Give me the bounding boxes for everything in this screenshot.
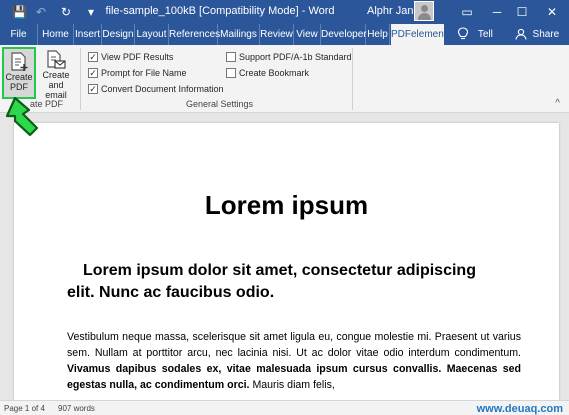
ribbon-tabs: File Home Insert Design Layout Reference… xyxy=(0,24,569,61)
close-icon[interactable]: ✕ xyxy=(540,2,564,22)
page-count[interactable]: Page 1 of 4 xyxy=(4,404,45,413)
group-divider xyxy=(352,48,353,110)
create-email-label-2: and email xyxy=(45,80,67,100)
heading-1: Lorem ipsum xyxy=(204,190,369,220)
word-count[interactable]: 907 words xyxy=(58,404,95,413)
person-icon xyxy=(515,29,527,40)
tab-developer[interactable]: Developer xyxy=(321,24,367,45)
user-name[interactable]: Alphr Jan xyxy=(367,5,413,17)
create-and-email-button[interactable]: Create and email xyxy=(38,47,74,100)
checkbox-checked-icon: ✓ xyxy=(88,52,98,62)
create-pdf-label-2: PDF xyxy=(10,82,28,92)
tab-references[interactable]: References xyxy=(169,24,220,45)
tab-pdfelement[interactable]: PDFelement xyxy=(391,24,447,45)
ribbon-display-icon[interactable]: ▭ xyxy=(455,2,479,22)
body-paragraph: Vestibulum neque massa, scelerisque sit … xyxy=(67,329,521,393)
tab-design[interactable]: Design xyxy=(102,24,135,45)
minimize-icon[interactable]: ─ xyxy=(485,2,509,22)
document-area[interactable]: Lorem ipsum Lorem ipsum dolor sit amet, … xyxy=(0,113,569,400)
collapse-ribbon-icon[interactable]: ^ xyxy=(555,98,560,109)
heading-2: Lorem ipsum dolor sit amet, consectetur … xyxy=(67,262,476,301)
paragraph-text-end: Mauris diam felis, xyxy=(249,379,335,391)
tab-mailings[interactable]: Mailings xyxy=(218,24,260,45)
create-email-label-1: Create xyxy=(42,70,70,80)
lightbulb-icon xyxy=(458,27,469,40)
group-general-settings-label: General Settings xyxy=(186,99,254,109)
create-pdf-button[interactable]: Create PDF xyxy=(2,47,36,99)
tab-insert[interactable]: Insert xyxy=(74,24,102,45)
watermark: www.deuaq.com xyxy=(476,403,563,415)
checkbox-checked-icon: ✓ xyxy=(88,68,98,78)
maximize-icon[interactable]: ☐ xyxy=(510,2,534,22)
create-pdf-label-1: Create xyxy=(5,72,33,82)
tab-home[interactable]: Home xyxy=(38,24,74,45)
status-bar: Page 1 of 4 907 words www.deuaq.com xyxy=(0,400,569,415)
tab-view[interactable]: View xyxy=(294,24,321,45)
tab-file[interactable]: File xyxy=(0,24,38,45)
paragraph-text: Vestibulum neque massa, scelerisque sit … xyxy=(67,331,521,359)
create-pdf-icon xyxy=(11,52,28,71)
share-button[interactable]: Share xyxy=(513,24,561,45)
title-bar: 💾 ↶ ↻ ▾ file-sample_100kB [Compatibility… xyxy=(0,0,569,24)
avatar[interactable] xyxy=(414,1,434,21)
document-page[interactable]: Lorem ipsum Lorem ipsum dolor sit amet, … xyxy=(14,123,559,400)
ribbon-pdfelement: Create PDF Create and email ate PDF ✓ Vi… xyxy=(0,45,569,113)
share-label: Share xyxy=(532,29,560,40)
create-email-icon xyxy=(47,50,66,69)
group-divider xyxy=(80,48,81,110)
tab-help[interactable]: Help xyxy=(366,24,390,45)
tell-me[interactable]: Tell me xyxy=(449,24,501,61)
checkbox-unchecked-icon xyxy=(226,52,236,62)
pointer-arrow-icon xyxy=(6,97,39,137)
checkbox-unchecked-icon xyxy=(226,68,236,78)
checkbox-checked-icon: ✓ xyxy=(88,84,98,94)
tab-review[interactable]: Review xyxy=(260,24,294,45)
tab-layout[interactable]: Layout xyxy=(135,24,169,45)
